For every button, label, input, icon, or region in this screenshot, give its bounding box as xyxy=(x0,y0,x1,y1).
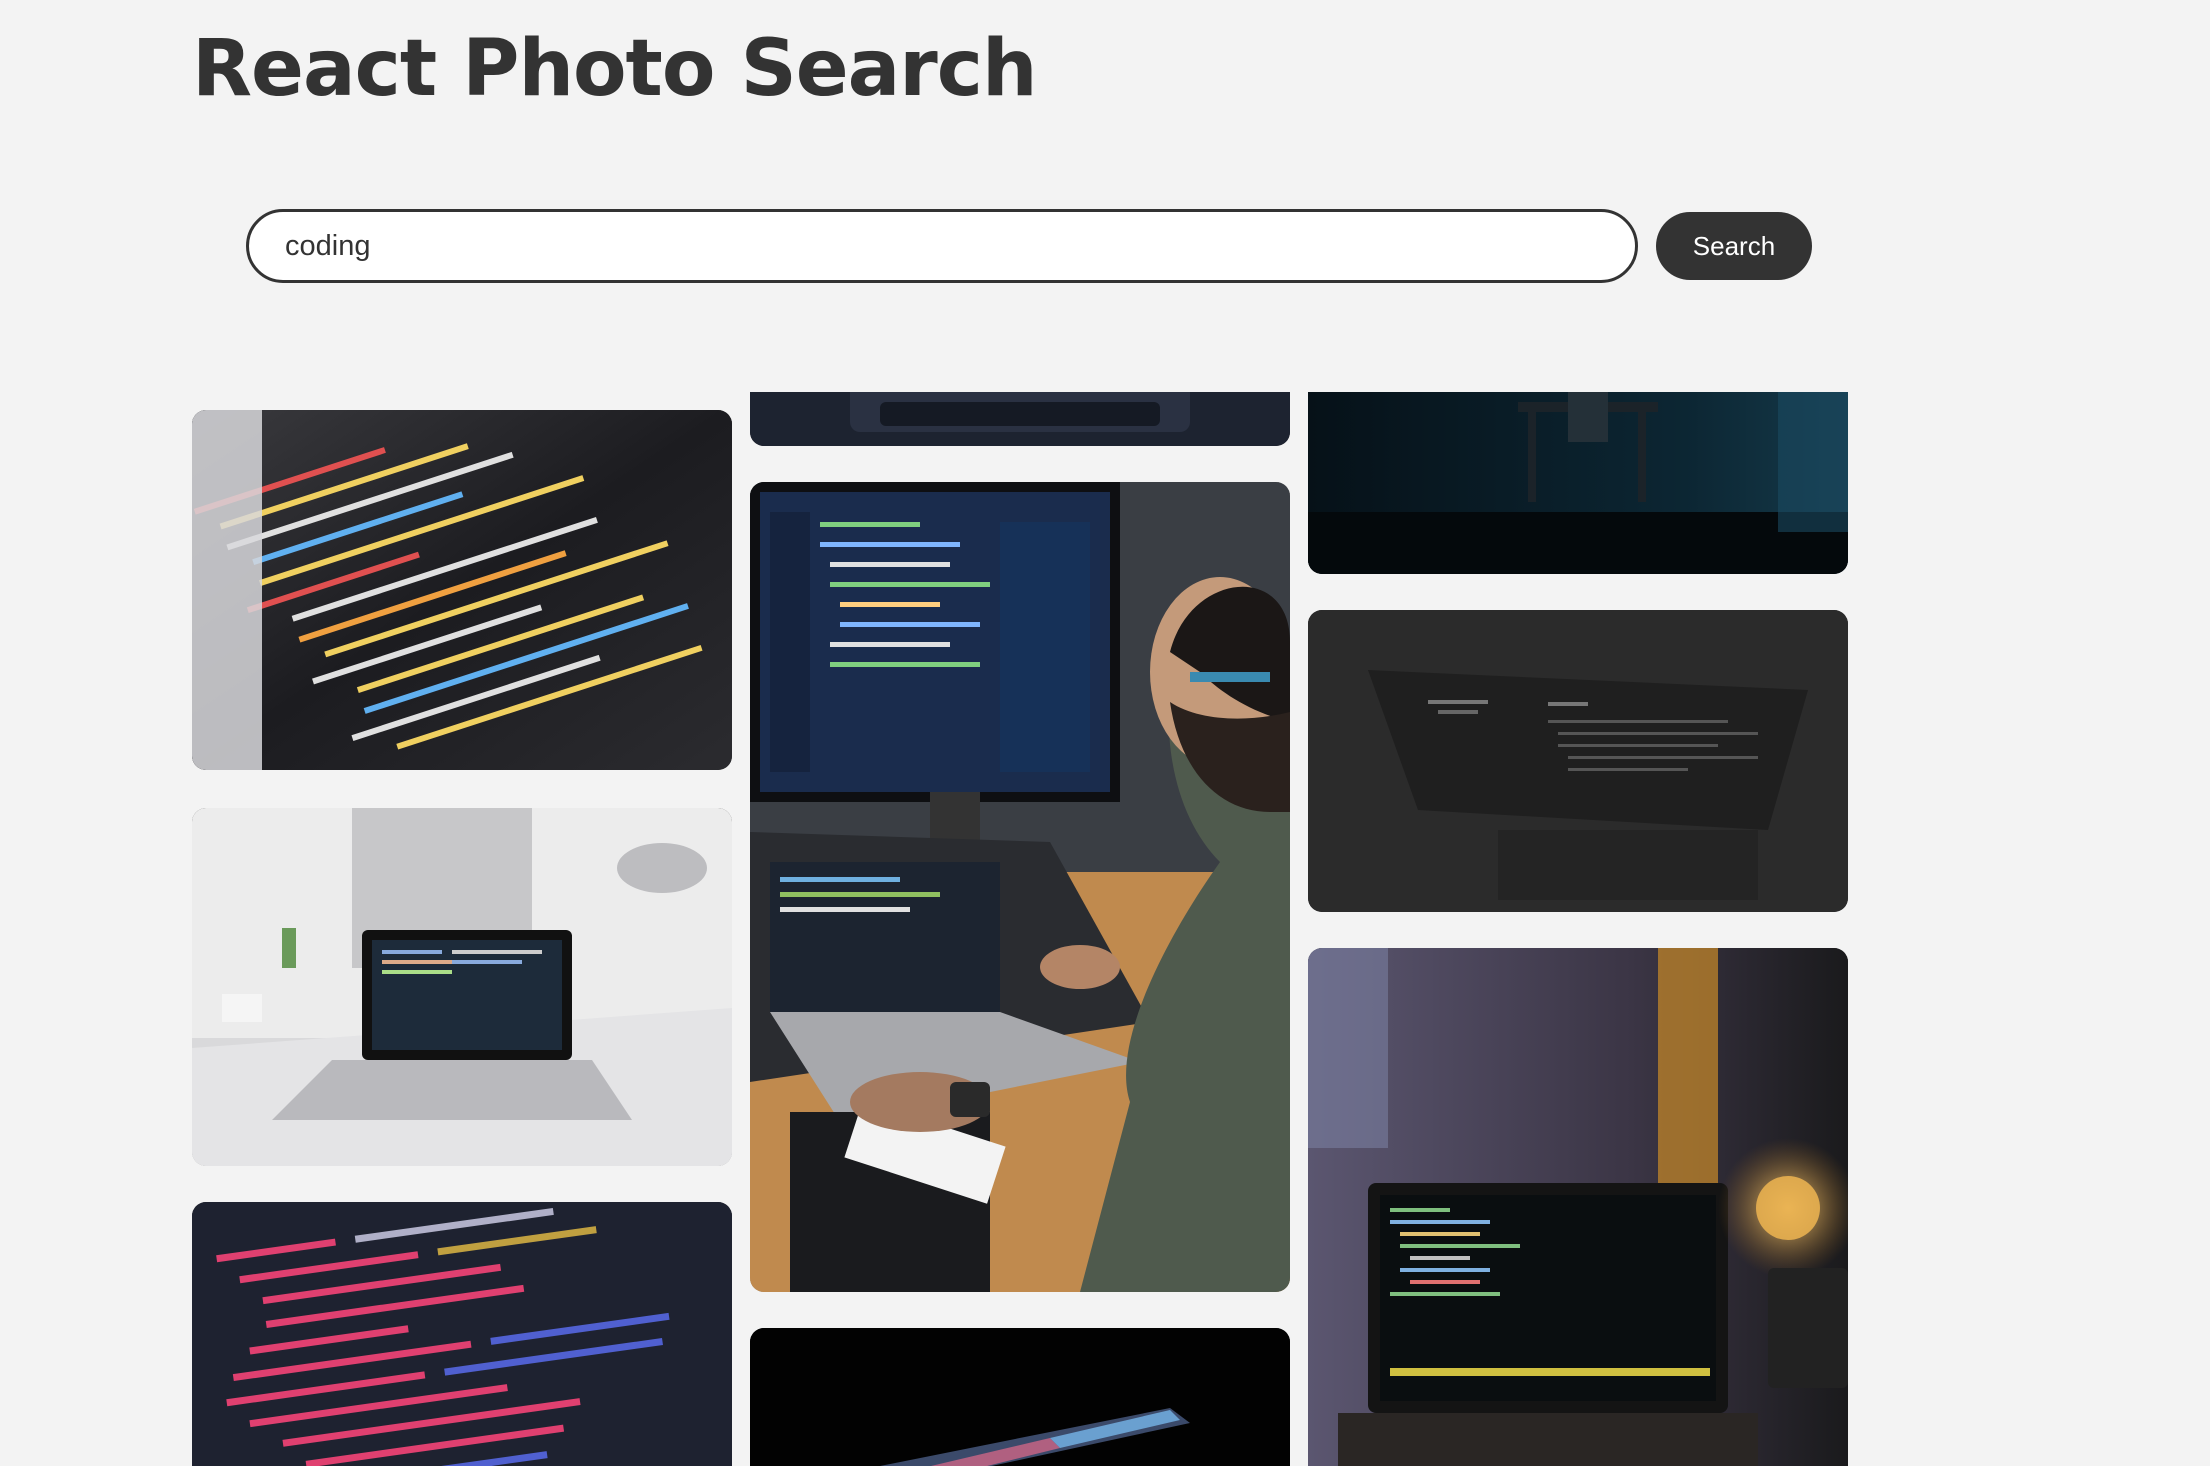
laptop-window-image xyxy=(1308,948,1848,1466)
man-coding-image xyxy=(750,482,1290,1292)
photo-card-keyboard[interactable] xyxy=(750,392,1290,446)
page-title: React Photo Search xyxy=(192,24,1038,114)
code-closeup-image xyxy=(192,410,732,770)
photo-card-dark-room[interactable] xyxy=(1308,392,1848,574)
photo-card-laptop-desk[interactable] xyxy=(192,808,732,1166)
svg-code-image xyxy=(192,1202,732,1466)
photo-card-laptop-dark-code[interactable] xyxy=(1308,610,1848,912)
search-input[interactable] xyxy=(246,209,1638,283)
photo-card-laptop-window[interactable] xyxy=(1308,948,1848,1466)
search-button[interactable]: Search xyxy=(1656,212,1812,280)
photo-gallery xyxy=(0,392,2210,1466)
laptop-dark-code-image xyxy=(1308,610,1848,912)
search-form: Search xyxy=(246,209,1812,283)
laptop-dark-glow-image xyxy=(750,1328,1290,1466)
photo-card-laptop-dark-glow[interactable] xyxy=(750,1328,1290,1466)
keyboard-image xyxy=(750,392,1290,446)
photo-card-svg-code[interactable] xyxy=(192,1202,732,1466)
laptop-desk-image xyxy=(192,808,732,1166)
photo-card-man-coding[interactable] xyxy=(750,482,1290,1292)
photo-card-code-closeup[interactable] xyxy=(192,410,732,770)
dark-room-image xyxy=(1308,392,1848,574)
